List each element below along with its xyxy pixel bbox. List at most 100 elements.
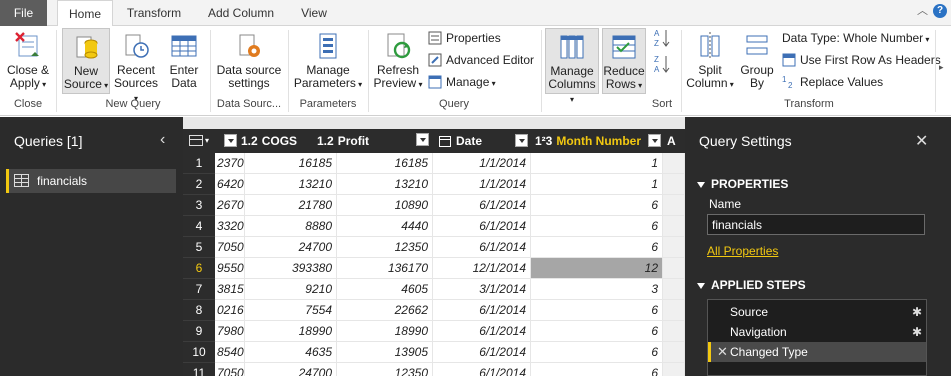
cell-truncated[interactable]: 2370 xyxy=(215,153,245,174)
cell-date[interactable]: 6/1/2014 xyxy=(433,300,531,321)
cell-date[interactable]: 6/1/2014 xyxy=(433,195,531,216)
cell-cogs[interactable]: 13210 xyxy=(245,174,337,195)
table-row[interactable]: 3 2670 21780 10890 6/1/2014 6 xyxy=(183,195,685,216)
table-row[interactable]: 2 6420 13210 13210 1/1/2014 1 xyxy=(183,174,685,195)
step-changed-type[interactable]: ✕ Changed Type xyxy=(708,342,926,362)
manage-button[interactable]: Manage ▾ xyxy=(428,72,496,92)
cell-cogs[interactable]: 21780 xyxy=(245,195,337,216)
cell-month-number[interactable]: 1 xyxy=(531,174,663,195)
cell-truncated[interactable]: 2670 xyxy=(215,195,245,216)
cell-month-number[interactable]: 6 xyxy=(531,216,663,237)
cell-profit[interactable]: 18990 xyxy=(337,321,433,342)
tab-view[interactable]: View xyxy=(290,0,338,26)
cell-truncated[interactable]: 3815 xyxy=(215,279,245,300)
cell-cogs[interactable]: 16185 xyxy=(245,153,337,174)
cell-month-number[interactable]: 6 xyxy=(531,342,663,363)
close-apply-button[interactable]: Close & Apply ▾ xyxy=(4,28,52,94)
ribbon-scroll-right-icon[interactable]: ▸ xyxy=(939,62,944,73)
table-row[interactable]: 1 2370 16185 16185 1/1/2014 1 xyxy=(183,153,685,174)
cell-cogs[interactable]: 393380 xyxy=(245,258,337,279)
filter-dropdown-icon[interactable] xyxy=(224,134,237,148)
gear-icon[interactable]: ✱ xyxy=(912,322,922,342)
cell-date[interactable]: 6/1/2014 xyxy=(433,321,531,342)
tab-transform[interactable]: Transform xyxy=(115,0,193,26)
table-row[interactable]: 7 3815 9210 4605 3/1/2014 3 xyxy=(183,279,685,300)
reduce-rows-button[interactable]: Reduce Rows ▾ xyxy=(602,28,646,94)
cell-truncated[interactable]: 3320 xyxy=(215,216,245,237)
cell-cogs[interactable]: 24700 xyxy=(245,237,337,258)
table-row[interactable]: 8 0216 7554 22662 6/1/2014 6 xyxy=(183,300,685,321)
split-column-button[interactable]: Split Column ▾ xyxy=(684,28,736,94)
scroll-track[interactable] xyxy=(663,237,685,258)
cell-profit[interactable]: 10890 xyxy=(337,195,433,216)
cell-cogs[interactable]: 4635 xyxy=(245,342,337,363)
column-header-month-number[interactable]: 1²3 Month Number xyxy=(531,129,665,153)
data-source-settings-button[interactable]: Data source settings xyxy=(214,28,284,94)
cell-month-number[interactable]: 6 xyxy=(531,237,663,258)
properties-section-header[interactable]: PROPERTIES xyxy=(697,177,788,191)
column-header-date[interactable]: Date xyxy=(433,129,531,153)
scroll-track[interactable] xyxy=(663,321,685,342)
scroll-track[interactable] xyxy=(663,300,685,321)
row-number[interactable]: 2 xyxy=(183,174,215,195)
advanced-editor-button[interactable]: Advanced Editor xyxy=(428,50,534,70)
all-properties-link[interactable]: All Properties xyxy=(707,244,778,258)
applied-steps-section-header[interactable]: APPLIED STEPS xyxy=(697,278,806,292)
refresh-preview-button[interactable]: Refresh Preview ▾ xyxy=(372,28,424,94)
new-source-button[interactable]: New Source ▾ xyxy=(62,28,110,94)
scroll-track[interactable] xyxy=(663,258,685,279)
query-name-field[interactable] xyxy=(707,214,925,235)
cell-date[interactable]: 1/1/2014 xyxy=(433,174,531,195)
collapse-ribbon-icon[interactable]: ︿ xyxy=(917,6,928,17)
cell-cogs[interactable]: 18990 xyxy=(245,321,337,342)
row-number[interactable]: 11 xyxy=(183,363,215,376)
cell-truncated[interactable]: 7980 xyxy=(215,321,245,342)
cell-profit[interactable]: 13210 xyxy=(337,174,433,195)
tab-file[interactable]: File xyxy=(0,0,47,26)
cell-cogs[interactable]: 9210 xyxy=(245,279,337,300)
row-number[interactable]: 10 xyxy=(183,342,215,363)
cell-truncated[interactable]: 0216 xyxy=(215,300,245,321)
table-row[interactable]: 4 3320 8880 4440 6/1/2014 6 xyxy=(183,216,685,237)
close-icon[interactable]: ✕ xyxy=(915,131,928,151)
table-row[interactable]: 9 7980 18990 18990 6/1/2014 6 xyxy=(183,321,685,342)
column-header-profit[interactable]: 1.2 Profit xyxy=(313,129,433,153)
table-row[interactable]: 10 8540 4635 13905 6/1/2014 6 xyxy=(183,342,685,363)
tab-home[interactable]: Home xyxy=(57,0,113,27)
cell-cogs[interactable]: 8880 xyxy=(245,216,337,237)
filter-dropdown-icon[interactable] xyxy=(648,134,661,147)
scroll-track[interactable] xyxy=(663,342,685,363)
cell-date[interactable]: 6/1/2014 xyxy=(433,237,531,258)
cell-date[interactable]: 6/1/2014 xyxy=(433,363,531,376)
scroll-track[interactable] xyxy=(663,279,685,300)
cell-profit[interactable]: 16185 xyxy=(337,153,433,174)
enter-data-button[interactable]: Enter Data xyxy=(162,28,206,94)
scroll-track[interactable] xyxy=(663,153,685,174)
sort-ascending-button[interactable]: AZ xyxy=(654,28,674,52)
cell-profit[interactable]: 13905 xyxy=(337,342,433,363)
cell-month-number[interactable]: 6 xyxy=(531,321,663,342)
row-number[interactable]: 8 xyxy=(183,300,215,321)
cell-date[interactable]: 6/1/2014 xyxy=(433,342,531,363)
manage-columns-button[interactable]: Manage Columns ▾ xyxy=(545,28,599,104)
table-row[interactable]: 6 9550 393380 136170 12/1/2014 12 xyxy=(183,258,685,279)
replace-values-button[interactable]: 1 2 Replace Values xyxy=(782,72,883,92)
row-number[interactable]: 6 xyxy=(183,258,215,279)
manage-parameters-button[interactable]: Manage Parameters ▾ xyxy=(292,28,364,94)
filter-dropdown-icon[interactable] xyxy=(416,133,429,146)
row-number[interactable]: 9 xyxy=(183,321,215,342)
cell-profit[interactable]: 12350 xyxy=(337,237,433,258)
cell-profit[interactable]: 12350 xyxy=(337,363,433,376)
scroll-track[interactable] xyxy=(663,216,685,237)
cell-date[interactable]: 6/1/2014 xyxy=(433,216,531,237)
cell-month-number[interactable]: 12 xyxy=(531,258,663,279)
collapse-queries-icon[interactable]: ‹ xyxy=(160,131,165,149)
cell-truncated[interactable]: 7050 xyxy=(215,237,245,258)
row-number[interactable]: 5 xyxy=(183,237,215,258)
row-number[interactable]: 7 xyxy=(183,279,215,300)
row-number[interactable]: 4 xyxy=(183,216,215,237)
scroll-track[interactable] xyxy=(663,363,685,376)
cell-truncated[interactable]: 6420 xyxy=(215,174,245,195)
cell-truncated[interactable]: 8540 xyxy=(215,342,245,363)
filter-dropdown-icon[interactable] xyxy=(515,134,528,147)
